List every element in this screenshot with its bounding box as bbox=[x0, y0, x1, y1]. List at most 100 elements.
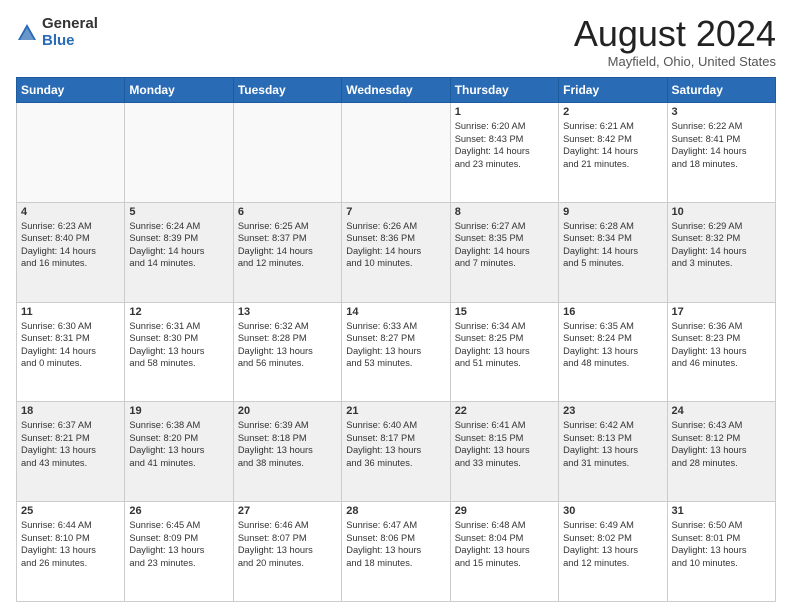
calendar-cell bbox=[342, 103, 450, 203]
day-header-sunday: Sunday bbox=[17, 78, 125, 103]
cell-content: Sunrise: 6:36 AMSunset: 8:23 PMDaylight:… bbox=[672, 320, 771, 370]
day-number: 23 bbox=[563, 405, 662, 417]
day-number: 5 bbox=[129, 206, 228, 218]
logo-icon bbox=[16, 22, 38, 44]
day-number: 15 bbox=[455, 306, 554, 318]
cell-content: Sunrise: 6:48 AMSunset: 8:04 PMDaylight:… bbox=[455, 519, 554, 569]
calendar-cell bbox=[233, 103, 341, 203]
day-number: 21 bbox=[346, 405, 445, 417]
cell-content: Sunrise: 6:25 AMSunset: 8:37 PMDaylight:… bbox=[238, 220, 337, 270]
calendar-week-row: 1Sunrise: 6:20 AMSunset: 8:43 PMDaylight… bbox=[17, 103, 776, 203]
day-header-friday: Friday bbox=[559, 78, 667, 103]
day-number: 12 bbox=[129, 306, 228, 318]
day-number: 13 bbox=[238, 306, 337, 318]
title-area: August 2024 Mayfield, Ohio, United State… bbox=[574, 16, 776, 69]
cell-content: Sunrise: 6:28 AMSunset: 8:34 PMDaylight:… bbox=[563, 220, 662, 270]
cell-content: Sunrise: 6:47 AMSunset: 8:06 PMDaylight:… bbox=[346, 519, 445, 569]
calendar-cell: 6 Sunrise: 6:25 AMSunset: 8:37 PMDaylight… bbox=[233, 202, 341, 302]
day-number: 10 bbox=[672, 206, 771, 218]
logo-text: General Blue bbox=[42, 16, 98, 49]
day-number: 3 bbox=[672, 106, 771, 118]
day-header-tuesday: Tuesday bbox=[233, 78, 341, 103]
cell-content: Sunrise: 6:35 AMSunset: 8:24 PMDaylight:… bbox=[563, 320, 662, 370]
calendar-week-row: 4Sunrise: 6:23 AMSunset: 8:40 PMDaylight… bbox=[17, 202, 776, 302]
day-number: 28 bbox=[346, 505, 445, 517]
day-number: 6 bbox=[238, 206, 337, 218]
calendar-cell: 26Sunrise: 6:45 AMSunset: 8:09 PMDayligh… bbox=[125, 502, 233, 602]
day-number: 16 bbox=[563, 306, 662, 318]
cell-content: Sunrise: 6:45 AMSunset: 8:09 PMDaylight:… bbox=[129, 519, 228, 569]
calendar-week-row: 11Sunrise: 6:30 AMSunset: 8:31 PMDayligh… bbox=[17, 302, 776, 402]
logo-blue-text: Blue bbox=[42, 32, 75, 49]
calendar-cell: 20Sunrise: 6:39 AMSunset: 8:18 PMDayligh… bbox=[233, 402, 341, 502]
calendar-cell: 19Sunrise: 6:38 AMSunset: 8:20 PMDayligh… bbox=[125, 402, 233, 502]
calendar-cell: 13 Sunrise: 6:32 AMSunset: 8:28 PMDayligh… bbox=[233, 302, 341, 402]
day-number: 9 bbox=[563, 206, 662, 218]
calendar-cell: 15Sunrise: 6:34 AMSunset: 8:25 PMDayligh… bbox=[450, 302, 558, 402]
day-number: 24 bbox=[672, 405, 771, 417]
cell-content: Sunrise: 6:26 AMSunset: 8:36 PMDaylight:… bbox=[346, 220, 445, 270]
cell-content: Sunrise: 6:40 AMSunset: 8:17 PMDaylight:… bbox=[346, 419, 445, 469]
calendar-week-row: 25 Sunrise: 6:44 AMSunset: 8:10 PMDayligh… bbox=[17, 502, 776, 602]
cell-content: Sunrise: 6:32 AMSunset: 8:28 PMDaylight:… bbox=[238, 320, 337, 370]
cell-content: Sunrise: 6:49 AMSunset: 8:02 PMDaylight:… bbox=[563, 519, 662, 569]
cell-content: Sunrise: 6:44 AMSunset: 8:10 PMDaylight:… bbox=[21, 519, 120, 569]
calendar-header-row: SundayMondayTuesdayWednesdayThursdayFrid… bbox=[17, 78, 776, 103]
logo: General Blue bbox=[16, 16, 98, 49]
calendar-cell: 14Sunrise: 6:33 AMSunset: 8:27 PMDayligh… bbox=[342, 302, 450, 402]
calendar-cell: 24 Sunrise: 6:43 AMSunset: 8:12 PMDayligh… bbox=[667, 402, 775, 502]
cell-content: Sunrise: 6:43 AMSunset: 8:12 PMDaylight:… bbox=[672, 419, 771, 469]
day-header-monday: Monday bbox=[125, 78, 233, 103]
calendar-cell bbox=[17, 103, 125, 203]
day-number: 31 bbox=[672, 505, 771, 517]
calendar-cell: 3 Sunrise: 6:22 AMSunset: 8:41 PMDaylight… bbox=[667, 103, 775, 203]
calendar-cell: 25 Sunrise: 6:44 AMSunset: 8:10 PMDayligh… bbox=[17, 502, 125, 602]
cell-content: Sunrise: 6:46 AMSunset: 8:07 PMDaylight:… bbox=[238, 519, 337, 569]
day-number: 7 bbox=[346, 206, 445, 218]
cell-content: Sunrise: 6:22 AMSunset: 8:41 PMDaylight:… bbox=[672, 120, 771, 170]
calendar-table: SundayMondayTuesdayWednesdayThursdayFrid… bbox=[16, 77, 776, 602]
cell-content: Sunrise: 6:50 AMSunset: 8:01 PMDaylight:… bbox=[672, 519, 771, 569]
cell-content: Sunrise: 6:41 AMSunset: 8:15 PMDaylight:… bbox=[455, 419, 554, 469]
calendar-cell: 11Sunrise: 6:30 AMSunset: 8:31 PMDayligh… bbox=[17, 302, 125, 402]
calendar-cell: 12Sunrise: 6:31 AMSunset: 8:30 PMDayligh… bbox=[125, 302, 233, 402]
calendar-cell: 7 Sunrise: 6:26 AMSunset: 8:36 PMDaylight… bbox=[342, 202, 450, 302]
day-header-wednesday: Wednesday bbox=[342, 78, 450, 103]
logo-general-text: General bbox=[42, 15, 98, 32]
location: Mayfield, Ohio, United States bbox=[574, 54, 776, 69]
calendar-week-row: 18 Sunrise: 6:37 AMSunset: 8:21 PMDayligh… bbox=[17, 402, 776, 502]
day-header-saturday: Saturday bbox=[667, 78, 775, 103]
day-number: 11 bbox=[21, 306, 120, 318]
calendar-cell: 16 Sunrise: 6:35 AMSunset: 8:24 PMDayligh… bbox=[559, 302, 667, 402]
calendar-cell: 27 Sunrise: 6:46 AMSunset: 8:07 PMDayligh… bbox=[233, 502, 341, 602]
cell-content: Sunrise: 6:37 AMSunset: 8:21 PMDaylight:… bbox=[21, 419, 120, 469]
day-number: 27 bbox=[238, 505, 337, 517]
calendar-cell: 8Sunrise: 6:27 AMSunset: 8:35 PMDaylight… bbox=[450, 202, 558, 302]
cell-content: Sunrise: 6:21 AMSunset: 8:42 PMDaylight:… bbox=[563, 120, 662, 170]
cell-content: Sunrise: 6:42 AMSunset: 8:13 PMDaylight:… bbox=[563, 419, 662, 469]
day-number: 22 bbox=[455, 405, 554, 417]
calendar-cell: 2Sunrise: 6:21 AMSunset: 8:42 PMDaylight… bbox=[559, 103, 667, 203]
calendar-cell: 17 Sunrise: 6:36 AMSunset: 8:23 PMDayligh… bbox=[667, 302, 775, 402]
day-number: 30 bbox=[563, 505, 662, 517]
calendar-cell: 31 Sunrise: 6:50 AMSunset: 8:01 PMDayligh… bbox=[667, 502, 775, 602]
day-number: 8 bbox=[455, 206, 554, 218]
calendar-cell: 29 Sunrise: 6:48 AMSunset: 8:04 PMDayligh… bbox=[450, 502, 558, 602]
calendar-cell: 28 Sunrise: 6:47 AMSunset: 8:06 PMDayligh… bbox=[342, 502, 450, 602]
cell-content: Sunrise: 6:33 AMSunset: 8:27 PMDaylight:… bbox=[346, 320, 445, 370]
day-number: 1 bbox=[455, 106, 554, 118]
day-number: 18 bbox=[21, 405, 120, 417]
calendar-cell: 30 Sunrise: 6:49 AMSunset: 8:02 PMDayligh… bbox=[559, 502, 667, 602]
day-header-thursday: Thursday bbox=[450, 78, 558, 103]
header: General Blue August 2024 Mayfield, Ohio,… bbox=[16, 16, 776, 69]
page: General Blue August 2024 Mayfield, Ohio,… bbox=[0, 0, 792, 612]
cell-content: Sunrise: 6:29 AMSunset: 8:32 PMDaylight:… bbox=[672, 220, 771, 270]
day-number: 25 bbox=[21, 505, 120, 517]
cell-content: Sunrise: 6:23 AMSunset: 8:40 PMDaylight:… bbox=[21, 220, 120, 270]
calendar-cell: 23 Sunrise: 6:42 AMSunset: 8:13 PMDayligh… bbox=[559, 402, 667, 502]
day-number: 17 bbox=[672, 306, 771, 318]
day-number: 29 bbox=[455, 505, 554, 517]
month-title: August 2024 bbox=[574, 16, 776, 52]
calendar-cell: 10 Sunrise: 6:29 AMSunset: 8:32 PMDayligh… bbox=[667, 202, 775, 302]
calendar-cell: 9 Sunrise: 6:28 AMSunset: 8:34 PMDaylight… bbox=[559, 202, 667, 302]
